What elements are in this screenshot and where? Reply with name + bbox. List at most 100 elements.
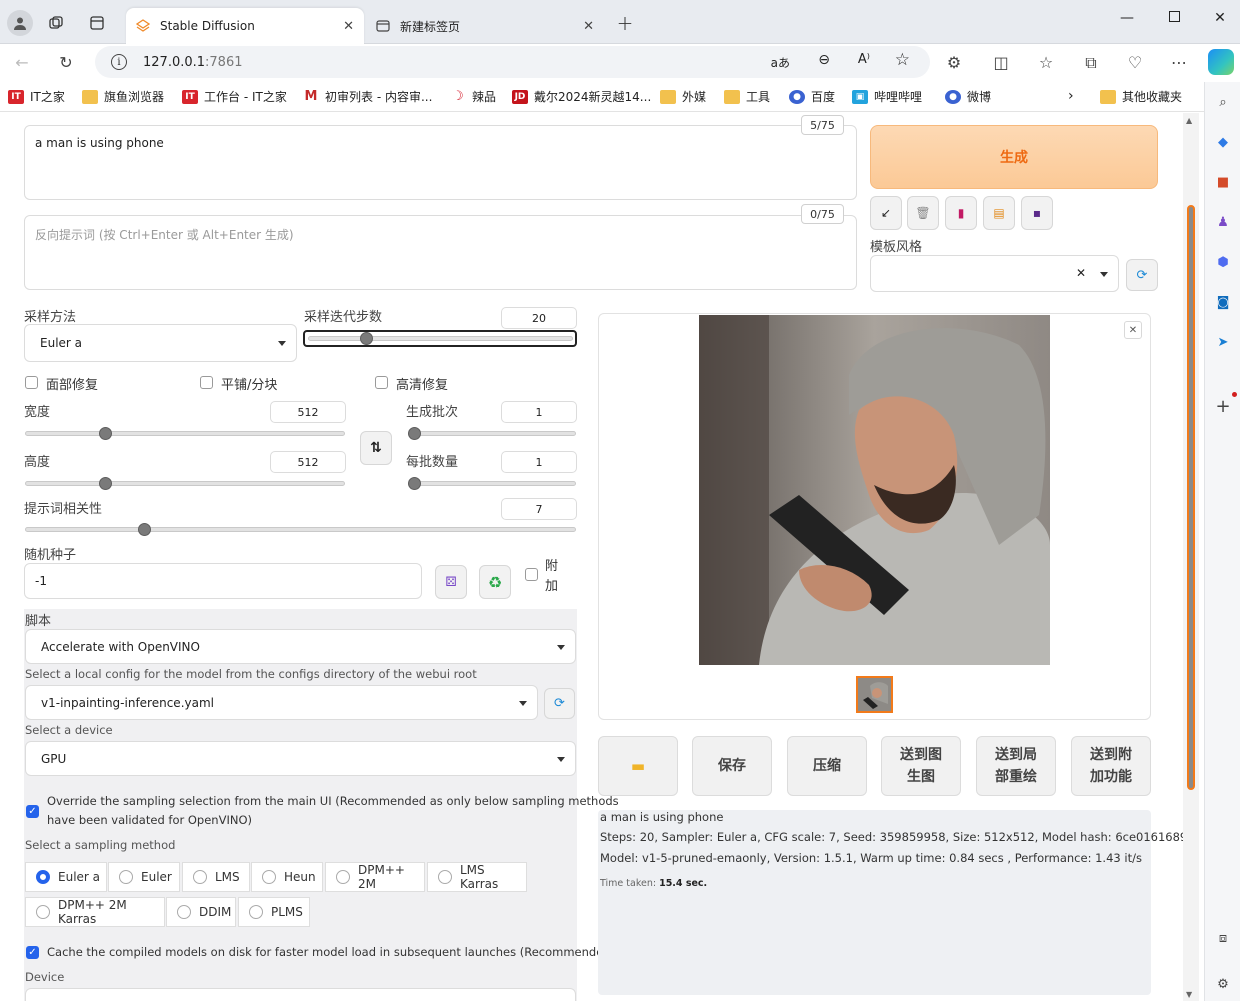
scrollbar-thumb[interactable]: [1187, 205, 1195, 790]
bookmark-review-list[interactable]: M 初审列表 - 内容审...: [303, 88, 433, 105]
batch-size-slider-handle[interactable]: [408, 477, 421, 490]
bookmark-bilibili[interactable]: ▣ 哔哩哔哩: [852, 88, 922, 105]
sampler-dropdown[interactable]: Euler a: [24, 324, 297, 362]
extra-seed-checkbox[interactable]: [525, 568, 538, 581]
override-sampling-checkbox[interactable]: ✓: [26, 805, 39, 818]
generate-button[interactable]: 生成: [870, 125, 1158, 189]
favorite-star-icon[interactable]: ☆: [895, 50, 910, 70]
steps-slider[interactable]: [308, 336, 573, 341]
radio-ddim[interactable]: DDIM: [166, 897, 236, 927]
split-screen-icon[interactable]: ◫: [990, 53, 1012, 72]
bookmark-dell[interactable]: JD 戴尔2024新灵越14...: [512, 88, 651, 105]
profile-icon[interactable]: [7, 10, 33, 36]
back-icon[interactable]: ←: [11, 53, 33, 72]
refresh-config-icon[interactable]: ⟳: [544, 688, 575, 719]
send-to-inpaint-button[interactable]: 送到局 部重绘: [976, 736, 1056, 796]
height-slider[interactable]: [25, 481, 345, 486]
copilot-icon[interactable]: [1208, 49, 1234, 75]
prompt-textarea[interactable]: a man is using phone: [24, 125, 857, 200]
trash-icon[interactable]: 🗑: [907, 196, 939, 230]
radio-dpm-2m-karras[interactable]: DPM++ 2M Karras: [25, 897, 165, 927]
script-dropdown[interactable]: Accelerate with OpenVINO: [25, 629, 576, 664]
screenshot-icon[interactable]: ⧈: [1213, 928, 1233, 948]
send-icon[interactable]: ➤: [1213, 332, 1233, 352]
new-tab-plus-icon[interactable]: +: [615, 11, 635, 35]
batch-count-input[interactable]: 1: [501, 401, 577, 423]
open-folder-icon[interactable]: ▬: [598, 736, 678, 796]
height-input[interactable]: 512: [270, 451, 346, 473]
page-scrollbar[interactable]: ▲ ▼: [1183, 113, 1199, 1001]
batch-count-slider-handle[interactable]: [408, 427, 421, 440]
immersive-reader-icon[interactable]: A⁾: [858, 52, 870, 67]
shopping-tag-icon[interactable]: ◆: [1213, 132, 1233, 152]
scroll-down-icon[interactable]: ▼: [1186, 990, 1192, 999]
close-window-icon[interactable]: ✕: [1210, 10, 1230, 26]
device-dropdown[interactable]: GPU: [25, 741, 576, 776]
clipboard-icon[interactable]: ▤: [983, 196, 1015, 230]
tiling-checkbox[interactable]: [200, 376, 213, 389]
tab-stable-diffusion[interactable]: Stable Diffusion ✕: [126, 8, 364, 44]
extensions-icon[interactable]: ⚙: [943, 53, 965, 72]
zip-button[interactable]: 压缩: [787, 736, 867, 796]
refresh-icon[interactable]: ↻: [55, 53, 77, 72]
search-icon[interactable]: ⌕: [1213, 92, 1233, 112]
read-aloud-icon[interactable]: aあ: [771, 54, 790, 71]
batch-size-slider[interactable]: [408, 481, 576, 486]
face-restore-checkbox[interactable]: [25, 376, 38, 389]
bookmark-other-folder[interactable]: 其他收藏夹: [1100, 88, 1182, 105]
cfg-input[interactable]: 7: [501, 498, 577, 520]
cfg-slider-handle[interactable]: [137, 523, 151, 536]
site-info-icon[interactable]: i: [111, 54, 127, 70]
steps-input[interactable]: 20: [501, 307, 577, 329]
radio-lms-karras[interactable]: LMS Karras: [427, 862, 527, 892]
bookmark-baidu[interactable]: ● 百度: [789, 88, 835, 105]
bookmark-folder-tools[interactable]: 工具: [724, 88, 770, 105]
address-bar[interactable]: i 127.0.0.1:7861 aあ ⊖ A⁾ ☆: [95, 46, 930, 78]
outlook-icon[interactable]: ◙: [1213, 292, 1233, 312]
generated-image[interactable]: [699, 315, 1050, 665]
tools-icon[interactable]: ■: [1213, 172, 1233, 192]
maximize-icon[interactable]: [1164, 10, 1184, 26]
batch-size-input[interactable]: 1: [501, 451, 577, 473]
games-icon[interactable]: ♟: [1213, 212, 1233, 232]
save-button[interactable]: 保存: [692, 736, 772, 796]
width-slider-handle[interactable]: [98, 427, 112, 440]
browser-essentials-icon[interactable]: ♡: [1124, 53, 1146, 72]
read-params-icon[interactable]: ↙: [870, 196, 902, 230]
vertical-tabs-icon[interactable]: [87, 13, 107, 33]
workspaces-icon[interactable]: [46, 13, 66, 33]
bookmark-workbench[interactable]: IT 工作台 - IT之家: [182, 88, 287, 105]
width-input[interactable]: 512: [270, 401, 346, 423]
height-slider-handle[interactable]: [98, 477, 112, 490]
extra-networks-icon[interactable]: ▮: [945, 196, 977, 230]
bookmarks-overflow-chevron-icon[interactable]: ›: [1068, 88, 1074, 104]
radio-euler-a[interactable]: Euler a: [25, 862, 107, 892]
reuse-seed-recycle-icon[interactable]: ♻: [479, 565, 511, 599]
steps-slider-handle[interactable]: [359, 332, 373, 345]
batch-count-slider[interactable]: [408, 431, 576, 436]
width-slider[interactable]: [25, 431, 345, 436]
cache-models-checkbox[interactable]: ✓: [26, 946, 39, 959]
zoom-icon[interactable]: ⊖: [818, 52, 830, 68]
scroll-up-icon[interactable]: ▲: [1186, 116, 1192, 125]
radio-lms[interactable]: LMS: [182, 862, 250, 892]
bookmark-folder-waimei[interactable]: 外媒: [660, 88, 706, 105]
swap-dimensions-icon[interactable]: ⇅: [360, 431, 392, 465]
microsoft-365-icon[interactable]: ⬢: [1213, 252, 1233, 272]
send-to-extras-button[interactable]: 送到附 加功能: [1071, 736, 1151, 796]
collections-icon[interactable]: ⧉: [1080, 53, 1102, 73]
close-preview-icon[interactable]: ✕: [1124, 321, 1142, 339]
sidebar-settings-icon[interactable]: ⚙: [1213, 974, 1233, 994]
minimize-icon[interactable]: —: [1117, 10, 1137, 26]
save-style-icon[interactable]: ▪: [1021, 196, 1053, 230]
radio-dpm-2m[interactable]: DPM++ 2M: [325, 862, 425, 892]
config-dropdown[interactable]: v1-inpainting-inference.yaml: [25, 685, 538, 720]
radio-plms[interactable]: PLMS: [238, 897, 310, 927]
radio-euler[interactable]: Euler: [108, 862, 180, 892]
more-menu-icon[interactable]: ⋯: [1168, 53, 1190, 72]
bookmark-ithome[interactable]: IT IT之家: [8, 88, 65, 105]
hires-fix-checkbox[interactable]: [375, 376, 388, 389]
refresh-styles-icon[interactable]: ⟳: [1126, 259, 1158, 291]
gallery-thumbnail[interactable]: [856, 676, 893, 713]
bookmark-weibo[interactable]: ● 微博: [945, 88, 991, 105]
